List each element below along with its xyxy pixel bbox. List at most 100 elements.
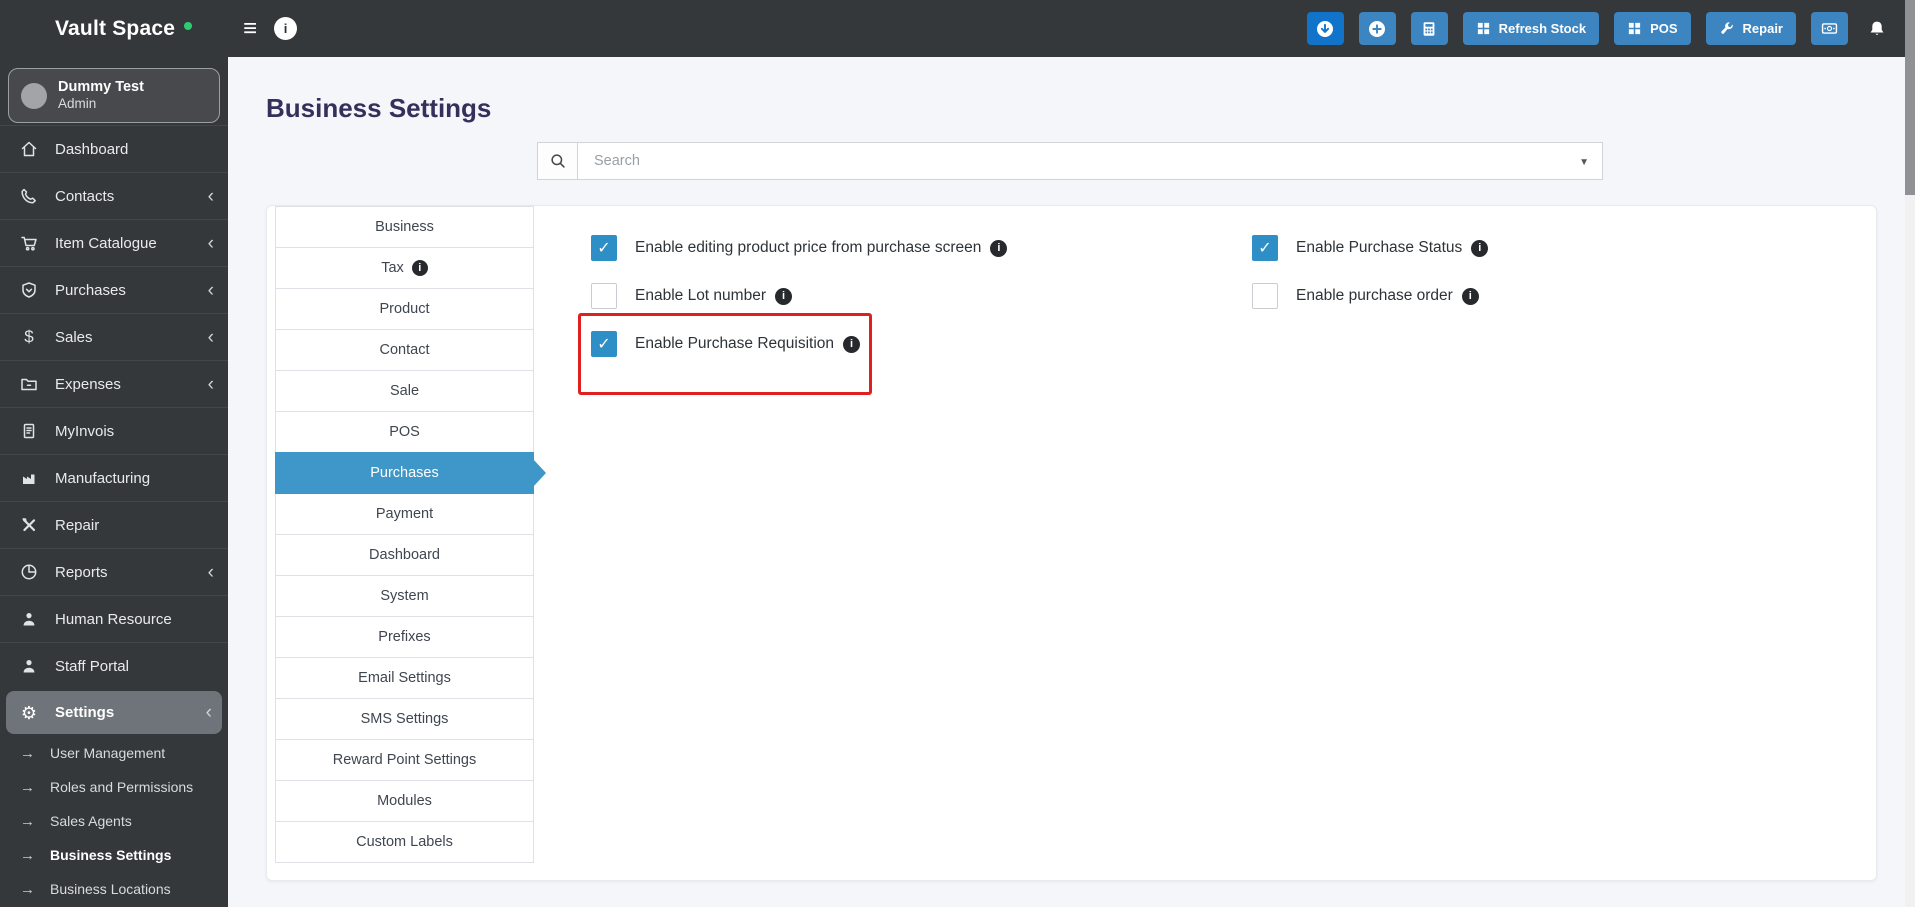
tab-pos[interactable]: POS xyxy=(275,411,534,453)
search-icon xyxy=(550,154,565,168)
sidebar-item-manufacturing[interactable]: Manufacturing xyxy=(0,454,228,501)
options-column-right: ✓ Enable Purchase Status i ✓ Enable purc… xyxy=(1252,224,1489,320)
tab-tax[interactable]: Tax i xyxy=(275,247,534,289)
brand-text: Vault Space xyxy=(55,16,176,40)
tab-contact[interactable]: Contact xyxy=(275,329,534,371)
tab-purchases[interactable]: Purchases xyxy=(275,452,546,494)
options-column-left: ✓ Enable editing product price from purc… xyxy=(577,224,1008,395)
check-icon: ✓ xyxy=(597,240,611,257)
sidebar-item-contacts[interactable]: Contacts ‹ xyxy=(0,172,228,219)
tab-reward-point-settings[interactable]: Reward Point Settings xyxy=(275,739,534,781)
settings-submenu: → User Management → Roles and Permission… xyxy=(0,736,228,906)
scrollbar-thumb[interactable] xyxy=(1905,0,1915,195)
checkbox[interactable]: ✓ xyxy=(1252,283,1278,309)
search-addon xyxy=(538,143,578,179)
tab-dashboard[interactable]: Dashboard xyxy=(275,534,534,576)
tab-sale[interactable]: Sale xyxy=(275,370,534,412)
scrollbar-track[interactable] xyxy=(1905,0,1915,907)
tab-email-settings[interactable]: Email Settings xyxy=(275,657,534,699)
sidebar-item-myinvois[interactable]: MyInvois xyxy=(0,407,228,454)
banknote-icon xyxy=(1821,23,1838,34)
dollar-icon: $ xyxy=(24,327,34,346)
arrow-right-icon: → xyxy=(20,812,35,830)
shield-icon xyxy=(18,280,40,300)
tab-sms-settings[interactable]: SMS Settings xyxy=(275,698,534,740)
sidebar-item-staff-portal[interactable]: Staff Portal xyxy=(0,642,228,689)
tab-product[interactable]: Product xyxy=(275,288,534,330)
sidebar-item-expenses[interactable]: Expenses ‹ xyxy=(0,360,228,407)
info-icon[interactable]: i xyxy=(1471,239,1489,257)
sidebar-item-item-catalogue[interactable]: Item Catalogue ‹ xyxy=(0,219,228,266)
folder-icon xyxy=(18,374,40,394)
user-profile-card[interactable]: Dummy Test Admin xyxy=(8,68,220,123)
chevron-left-icon: ‹ xyxy=(207,232,214,254)
sidebar-item-settings[interactable]: ⚙ Settings ‹ xyxy=(6,691,222,734)
info-icon[interactable]: i xyxy=(774,287,792,305)
brand-logo[interactable]: Vault Space xyxy=(55,0,193,57)
sidebar-item-reports[interactable]: Reports ‹ xyxy=(0,548,228,595)
settings-tab-list: Business Tax i Product Contact Sale POS … xyxy=(275,206,546,863)
invoice-icon xyxy=(18,421,40,441)
calculator-button[interactable] xyxy=(1410,12,1448,45)
sidebar-nav: Dashboard Contacts ‹ Item Catalogue ‹ Pu… xyxy=(0,125,228,906)
submenu-item-sales-agents[interactable]: → Sales Agents xyxy=(0,804,228,838)
top-navbar: Vault Space ≡ i Refresh Stock POS Repair xyxy=(0,0,1915,57)
info-icon[interactable]: i xyxy=(843,335,861,353)
grid-icon xyxy=(1628,22,1641,35)
add-button[interactable] xyxy=(1358,12,1396,45)
checkbox[interactable]: ✓ xyxy=(591,331,617,357)
navbar-actions: Refresh Stock POS Repair xyxy=(1306,12,1887,45)
gear-icon: ⚙ xyxy=(20,702,38,723)
tab-custom-labels[interactable]: Custom Labels xyxy=(275,821,534,863)
checkbox[interactable]: ✓ xyxy=(591,235,617,261)
sidebar-item-sales[interactable]: $ Sales ‹ xyxy=(0,313,228,360)
option-row-enable-purchase-order: ✓ Enable purchase order i xyxy=(1252,272,1479,320)
factory-icon xyxy=(18,468,40,488)
check-icon: ✓ xyxy=(597,336,611,353)
pie-icon xyxy=(18,562,40,582)
download-button[interactable] xyxy=(1306,12,1344,45)
tab-payment[interactable]: Payment xyxy=(275,493,534,535)
notifications-bell-icon[interactable] xyxy=(1867,19,1887,39)
chevron-left-icon: ‹ xyxy=(207,326,214,348)
submenu-item-business-settings[interactable]: → Business Settings xyxy=(0,838,228,872)
checkbox[interactable]: ✓ xyxy=(591,283,617,309)
grid-icon xyxy=(1477,22,1489,35)
checkbox[interactable]: ✓ xyxy=(1252,235,1278,261)
submenu-item-business-locations[interactable]: → Business Locations xyxy=(0,872,228,906)
person-icon xyxy=(18,609,40,629)
online-status-dot xyxy=(184,21,193,30)
calculator-icon xyxy=(1423,21,1435,36)
search-input[interactable] xyxy=(578,143,1602,179)
tab-prefixes[interactable]: Prefixes xyxy=(275,616,534,658)
tab-business[interactable]: Business xyxy=(275,206,534,248)
info-icon[interactable]: i xyxy=(990,239,1008,257)
sidebar-item-dashboard[interactable]: Dashboard xyxy=(0,125,228,172)
info-icon[interactable]: i xyxy=(274,17,297,40)
cash-register-button[interactable] xyxy=(1811,12,1848,45)
chevron-left-icon: ‹ xyxy=(205,702,212,723)
submenu-item-roles-and-permissions[interactable]: → Roles and Permissions xyxy=(0,770,228,804)
arrow-right-icon: → xyxy=(20,778,35,796)
circle-arrow-down-icon xyxy=(1317,20,1334,37)
info-icon[interactable]: i xyxy=(1461,287,1479,305)
pos-button[interactable]: POS xyxy=(1614,12,1691,45)
home-icon xyxy=(18,139,40,159)
sidebar-item-repair[interactable]: Repair xyxy=(0,501,228,548)
option-row-enable-lot-number: ✓ Enable Lot number i xyxy=(591,272,792,320)
tab-modules[interactable]: Modules xyxy=(275,780,534,822)
repair-button[interactable]: Repair xyxy=(1705,12,1796,45)
refresh-stock-button[interactable]: Refresh Stock xyxy=(1462,12,1600,45)
submenu-item-user-management[interactable]: → User Management xyxy=(0,736,228,770)
sidebar-item-human-resource[interactable]: Human Resource xyxy=(0,595,228,642)
hamburger-menu-icon[interactable]: ≡ xyxy=(243,0,257,57)
settings-card: Business Tax i Product Contact Sale POS … xyxy=(266,205,1877,881)
chevron-left-icon: ‹ xyxy=(207,279,214,301)
sidebar-item-purchases[interactable]: Purchases ‹ xyxy=(0,266,228,313)
info-icon[interactable]: i xyxy=(411,260,428,276)
tab-system[interactable]: System xyxy=(275,575,534,617)
arrow-right-icon: → xyxy=(20,744,35,762)
settings-search: ▼ xyxy=(537,142,1603,180)
user-name: Dummy Test xyxy=(58,79,144,95)
phone-icon xyxy=(18,186,40,206)
